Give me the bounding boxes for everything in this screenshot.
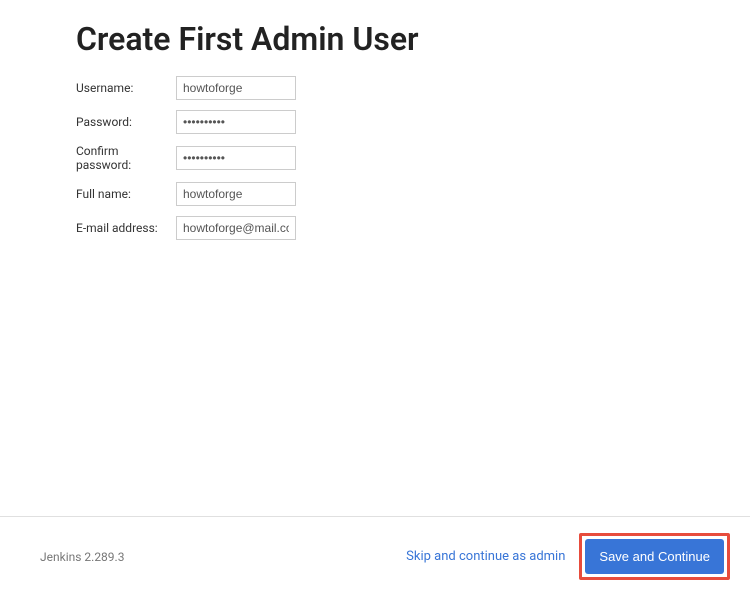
full-name-input[interactable] — [176, 182, 296, 206]
username-input[interactable] — [176, 76, 296, 100]
version-text: Jenkins 2.289.3 — [40, 550, 124, 564]
username-label: Username: — [76, 81, 176, 95]
confirm-password-input[interactable] — [176, 146, 296, 170]
form-row-username: Username: — [76, 76, 674, 100]
footer: Jenkins 2.289.3 Skip and continue as adm… — [0, 516, 750, 596]
email-input[interactable] — [176, 216, 296, 240]
save-button[interactable]: Save and Continue — [585, 539, 724, 574]
save-button-highlight: Save and Continue — [579, 533, 730, 580]
confirm-password-label: Confirm password: — [76, 144, 176, 172]
email-label: E-mail address: — [76, 221, 176, 235]
form-row-password: Password: — [76, 110, 674, 134]
main-content: Create First Admin User Username: Passwo… — [0, 0, 750, 516]
form-row-full-name: Full name: — [76, 182, 674, 206]
page-title: Create First Admin User — [76, 20, 674, 58]
form-row-confirm-password: Confirm password: — [76, 144, 674, 172]
full-name-label: Full name: — [76, 187, 176, 201]
form-row-email: E-mail address: — [76, 216, 674, 240]
password-input[interactable] — [176, 110, 296, 134]
password-label: Password: — [76, 115, 176, 129]
skip-link[interactable]: Skip and continue as admin — [406, 549, 565, 564]
footer-actions: Skip and continue as admin Save and Cont… — [406, 533, 730, 580]
